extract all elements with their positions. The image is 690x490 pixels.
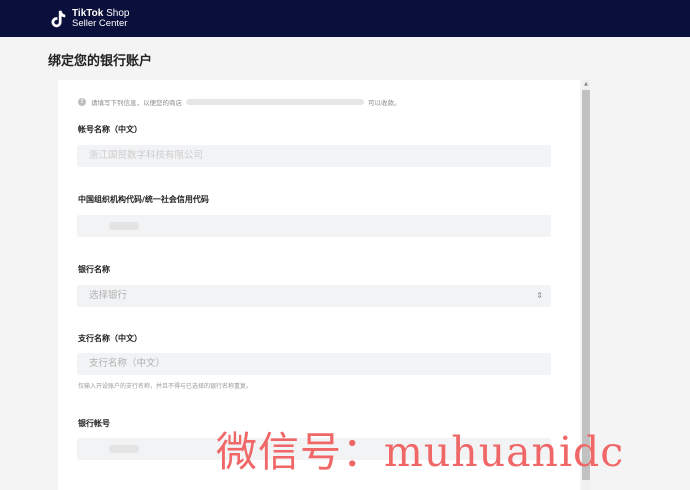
org-code-label: 中国组织机构代码/统一社会信用代码	[78, 195, 209, 204]
branch-name-input[interactable]: 支行名称（中文）	[77, 353, 551, 375]
bank-account-label: 银行帐号	[78, 419, 110, 428]
branch-name-label: 支行名称（中文）	[78, 334, 142, 343]
redacted-shop-name	[186, 99, 364, 105]
info-notice: ! 请填写下列信息，以便您的商店 可以收款。	[78, 96, 401, 108]
redacted-account-number	[109, 445, 139, 453]
top-navigation-bar: TikTok Shop Seller Center	[0, 0, 690, 37]
branch-name-hint: 仅输入开设账户的支行名称，并且不得与已选择的银行名称重复。	[78, 383, 253, 390]
redacted-org-code	[109, 222, 139, 230]
brand-text: TikTok Shop Seller Center	[72, 9, 129, 29]
bank-name-select[interactable]: 选择银行 ⇕	[77, 285, 551, 307]
bank-name-placeholder: 选择银行	[89, 290, 128, 301]
account-name-label: 帐号名称（中文）	[78, 125, 142, 134]
account-name-input[interactable]: 浙江国贸数字科技有限公司	[77, 145, 551, 167]
brand-subtitle: Seller Center	[72, 18, 128, 29]
info-text-after: 可以收款。	[368, 99, 401, 107]
org-code-input[interactable]	[77, 215, 551, 237]
tiktok-shop-logo[interactable]: TikTok Shop Seller Center	[46, 6, 129, 32]
chevron-up-down-icon: ⇕	[536, 291, 543, 300]
info-text-before: 请填写下列信息，以便您的商店	[91, 99, 182, 107]
bank-name-label: 银行名称	[78, 265, 110, 274]
watermark-text: 微信号：muhuanidc	[216, 428, 625, 476]
tiktok-note-icon	[51, 10, 66, 28]
scroll-up-arrow-icon[interactable]: ▲	[582, 80, 590, 88]
info-icon: !	[78, 98, 86, 106]
page-title: 绑定您的银行账户	[48, 54, 153, 69]
